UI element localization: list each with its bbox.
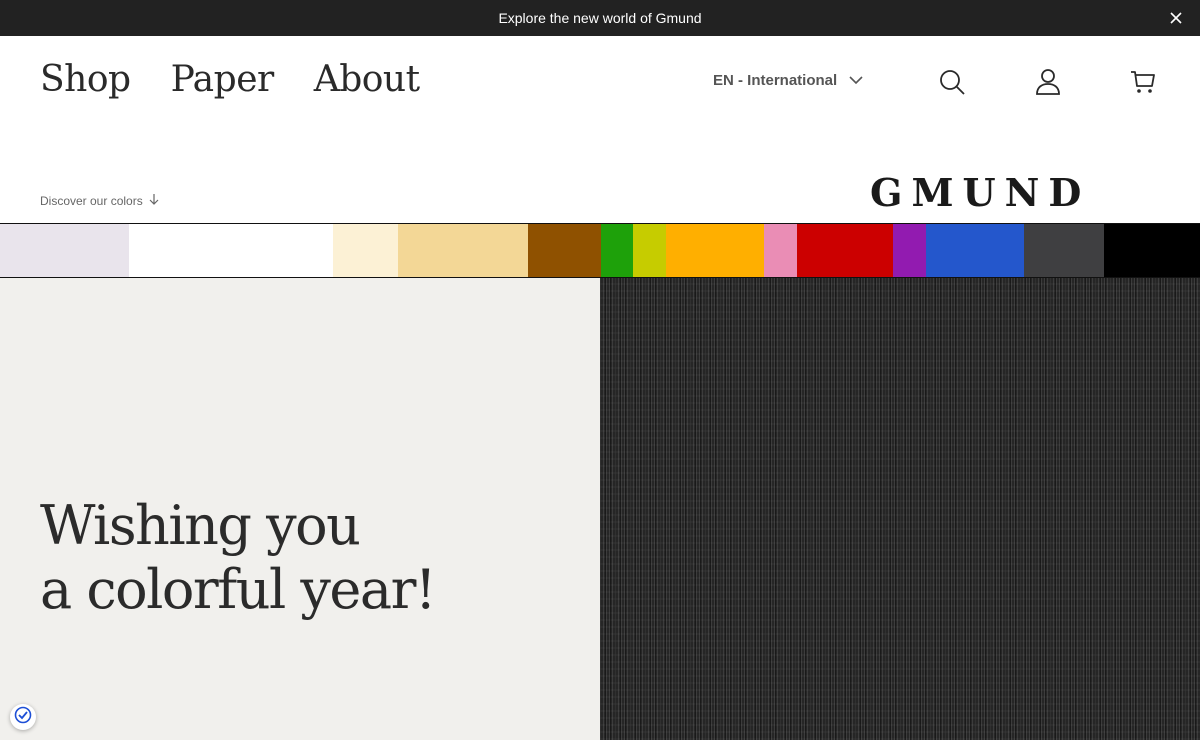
logo[interactable]: GMUND (870, 170, 1090, 215)
color-swatch[interactable] (797, 224, 893, 277)
cookie-consent-badge[interactable] (10, 704, 36, 730)
search-icon[interactable] (936, 66, 968, 98)
hero-title: Wishing you a colorful year! (40, 494, 437, 622)
site-header: Shop Paper About EN - International Disc… (0, 36, 1200, 223)
hero-texture-image (600, 278, 1200, 740)
language-label: EN - International (713, 72, 838, 89)
nav-paper[interactable]: Paper (171, 56, 275, 104)
discover-colors-label: Discover our colors (40, 193, 143, 208)
hero-title-line1: Wishing you (40, 494, 361, 557)
color-swatch[interactable] (601, 224, 633, 277)
arrow-down-icon (149, 193, 159, 208)
color-swatch[interactable] (333, 224, 398, 277)
nav-about[interactable]: About (314, 56, 420, 104)
color-swatch[interactable] (528, 224, 601, 277)
hero-title-line2: a colorful year! (40, 558, 437, 621)
color-swatch[interactable] (1024, 224, 1104, 277)
hero-text-panel: Wishing you a colorful year! (0, 278, 600, 740)
main-nav: Shop Paper About (40, 56, 420, 104)
color-bar (0, 223, 1200, 278)
user-icon[interactable] (1032, 66, 1064, 98)
color-swatch[interactable] (666, 224, 764, 277)
close-icon[interactable] (1166, 8, 1186, 28)
chevron-down-icon (849, 72, 863, 89)
color-swatch[interactable] (893, 224, 926, 277)
announcement-bar: Explore the new world of Gmund (0, 0, 1200, 36)
color-swatch[interactable] (764, 224, 797, 277)
discover-colors-link[interactable]: Discover our colors (40, 193, 159, 208)
color-swatch[interactable] (926, 224, 1024, 277)
nav-shop[interactable]: Shop (40, 56, 131, 104)
check-shield-icon (14, 706, 32, 729)
color-swatch[interactable] (398, 224, 528, 277)
color-swatch[interactable] (0, 224, 129, 277)
language-selector[interactable]: EN - International (713, 72, 863, 89)
color-swatch[interactable] (633, 224, 666, 277)
color-swatch[interactable] (129, 224, 333, 277)
announcement-text[interactable]: Explore the new world of Gmund (498, 10, 701, 26)
cart-icon[interactable] (1127, 66, 1159, 98)
color-swatch[interactable] (1104, 224, 1200, 277)
